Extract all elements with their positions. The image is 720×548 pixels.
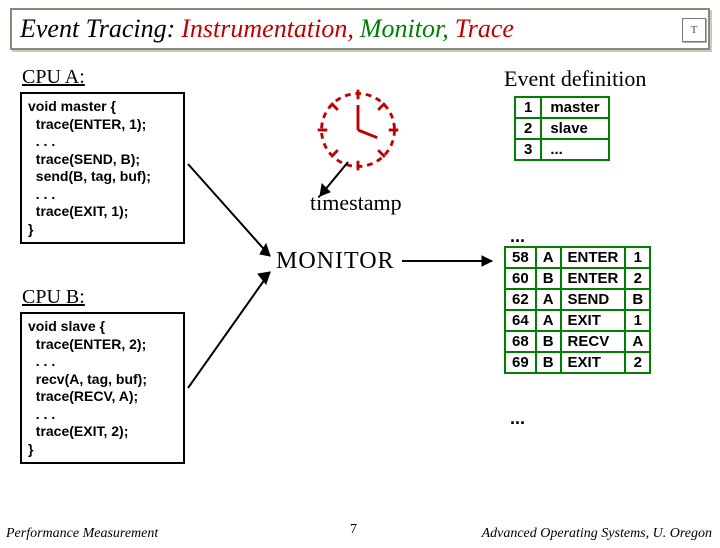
title-word-1: Event Tracing: [20,14,175,44]
event-definition-table: 1master 2slave 3... [514,96,610,161]
title-word-2: Instrumentation, [181,14,354,44]
code-a-line: . . . [28,186,177,204]
code-a-line: . . . [28,133,177,151]
code-b-line: trace(RECV, A); [28,388,177,406]
trace-table: 58 A ENTER 1 60 B ENTER 2 62 A SEND B 64… [504,246,651,374]
trace-cpu: B [536,268,561,289]
corner-logo-glyph: T [691,24,698,36]
cpu-b-label: CPU B: [22,286,85,309]
trace-event: ENTER [561,247,626,268]
table-row: 64 A EXIT 1 [505,310,650,331]
def-id: 3 [515,139,541,160]
trace-event: EXIT [561,310,626,331]
trace-arg: B [625,289,650,310]
code-b-line: trace(ENTER, 2); [28,336,177,354]
trace-arg: 1 [625,247,650,268]
slide-title: Event Tracing: Instrumentation, Monitor,… [10,8,710,50]
table-row: 60 B ENTER 2 [505,268,650,289]
trace-time: 68 [505,331,536,352]
trace-arg: A [625,331,650,352]
code-b-line: recv(A, tag, buf); [28,371,177,389]
def-name: ... [541,139,608,160]
trace-event: EXIT [561,352,626,373]
code-a-line: trace(ENTER, 1); [28,116,177,134]
trace-arg: 1 [625,310,650,331]
trace-event: SEND [561,289,626,310]
def-name: slave [541,118,608,139]
slide-body: CPU A: void master { trace(ENTER, 1); . … [0,56,720,526]
arrow-monitor-to-trace [400,254,504,268]
def-id: 1 [515,97,541,118]
event-definition-label: Event definition [504,66,646,92]
def-id: 2 [515,118,541,139]
code-b-line: trace(EXIT, 2); [28,423,177,441]
trace-time: 62 [505,289,536,310]
code-a-line: trace(EXIT, 1); [28,203,177,221]
trace-arg: 2 [625,268,650,289]
corner-logo: T [682,18,706,42]
arrow-b-to-monitor [184,264,284,394]
trace-cpu: A [536,289,561,310]
monitor-label: MONITOR [276,248,395,275]
trace-cpu: A [536,247,561,268]
trace-cpu: B [536,331,561,352]
table-row: 1master [515,97,609,118]
table-row: 62 A SEND B [505,289,650,310]
trace-event: RECV [561,331,626,352]
trace-cpu: B [536,352,561,373]
title-word-4: Trace [455,14,514,44]
cpu-a-label: CPU A: [22,66,85,89]
def-name: master [541,97,608,118]
trace-cpu: A [536,310,561,331]
table-row: 58 A ENTER 1 [505,247,650,268]
table-row: 3... [515,139,609,160]
code-box-a: void master { trace(ENTER, 1); . . . tra… [20,92,185,244]
code-a-line: void master { [28,98,177,116]
code-b-line: void slave { [28,318,177,336]
trace-post-ellipsis: ... [510,408,525,429]
code-box-b: void slave { trace(ENTER, 2); . . . recv… [20,312,185,464]
code-b-line: } [28,441,177,459]
trace-arg: 2 [625,352,650,373]
code-b-line: . . . [28,406,177,424]
table-row: 69 B EXIT 2 [505,352,650,373]
trace-time: 64 [505,310,536,331]
code-b-line: . . . [28,353,177,371]
trace-time: 69 [505,352,536,373]
code-a-line: } [28,221,177,239]
trace-time: 58 [505,247,536,268]
table-row: 68 B RECV A [505,331,650,352]
trace-event: ENTER [561,268,626,289]
trace-time: 60 [505,268,536,289]
title-word-3: Monitor, [360,14,449,44]
code-a-line: trace(SEND, B); [28,151,177,169]
slide-number: 7 [350,522,357,538]
arrow-a-to-monitor [184,160,284,270]
arrow-clock-to-timestamp [300,156,360,206]
table-row: 2slave [515,118,609,139]
trace-pre-ellipsis: ... [510,226,525,247]
code-a-line: send(B, tag, buf); [28,168,177,186]
